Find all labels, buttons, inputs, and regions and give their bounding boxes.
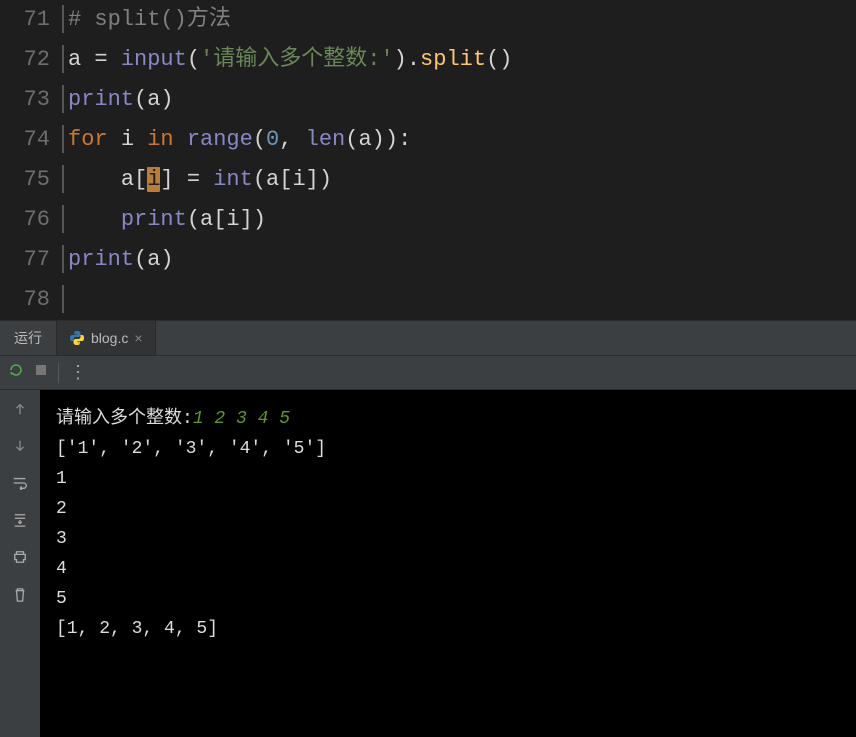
scroll-to-end-icon[interactable] [12,513,28,532]
code-line[interactable]: print(a[i]) [62,200,856,240]
run-panel-label[interactable]: 运行 [0,321,57,355]
code-line[interactable]: # split()方法 [62,0,856,40]
code-line[interactable]: a = input('请输入多个整数:').split() [62,40,856,80]
terminal-side-toolbar [0,390,40,737]
code-line[interactable]: print(a) [62,80,856,120]
line-number: 75 [0,160,50,200]
code-line[interactable]: print(a) [62,240,856,280]
up-arrow-icon[interactable] [13,402,27,421]
print-icon[interactable] [12,550,28,569]
comment-text: # split()方法 [68,7,231,32]
code-editor: 71 72 73 74 75 76 77 78 # split()方法 a = … [0,0,856,320]
soft-wrap-icon[interactable] [12,476,28,495]
tab-blog-c[interactable]: blog.c × [57,321,156,355]
terminal-line: 2 [56,499,67,519]
cursor-highlight: i [147,167,160,192]
terminal-line: ['1', '2', '3', '4', '5'] [56,439,326,459]
code-line[interactable] [62,280,856,320]
rerun-icon[interactable] [8,362,24,383]
python-icon [69,330,85,346]
terminal-line: 5 [56,589,67,609]
line-number: 74 [0,120,50,160]
line-number: 72 [0,40,50,80]
code-line[interactable]: for i in range(0, len(a)): [62,120,856,160]
tab-label: blog.c [91,330,128,346]
terminal-toolbar: ⋮ [0,356,856,390]
down-arrow-icon[interactable] [13,439,27,458]
line-number: 71 [0,0,50,40]
trash-icon[interactable] [13,587,27,608]
terminal-panel: 请输入多个整数:1 2 3 4 5 ['1', '2', '3', '4', '… [0,390,856,737]
line-number: 76 [0,200,50,240]
more-icon[interactable]: ⋮ [69,362,87,384]
line-number: 73 [0,80,50,120]
terminal-user-input: 1 2 3 4 5 [193,409,290,429]
line-number: 78 [0,280,50,320]
line-number: 77 [0,240,50,280]
terminal-prompt: 请输入多个整数:1 2 3 4 5 [56,409,290,429]
terminal-line: 3 [56,529,67,549]
stop-icon[interactable] [34,363,48,382]
terminal-line: 1 [56,469,67,489]
panel-tab-bar: 运行 blog.c × [0,320,856,356]
terminal-line: 4 [56,559,67,579]
close-icon[interactable]: × [134,330,142,346]
terminal-line: [1, 2, 3, 4, 5] [56,619,218,639]
code-line[interactable]: a[i] = int(a[i]) [62,160,856,200]
line-gutter: 71 72 73 74 75 76 77 78 [0,0,62,320]
code-content[interactable]: # split()方法 a = input('请输入多个整数:').split(… [62,0,856,320]
terminal-output[interactable]: 请输入多个整数:1 2 3 4 5 ['1', '2', '3', '4', '… [40,390,856,737]
